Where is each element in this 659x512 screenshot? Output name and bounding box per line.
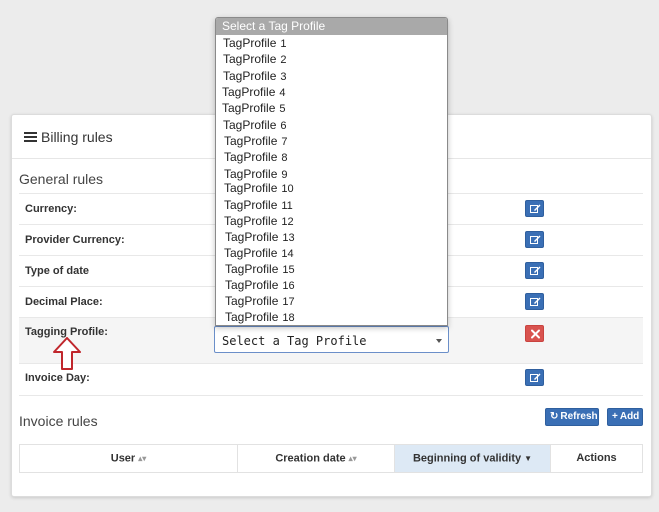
- dropdown-option[interactable]: TagProfile 2: [223, 52, 287, 66]
- rule-row-invoice-day: Invoice Day:: [19, 363, 643, 396]
- edit-icon: [530, 373, 541, 382]
- dropdown-option[interactable]: TagProfile 11: [224, 198, 293, 212]
- rule-label: Provider Currency:: [25, 234, 125, 246]
- dropdown-option[interactable]: TagProfile 1: [223, 36, 287, 50]
- dropdown-option[interactable]: TagProfile 9: [224, 167, 288, 181]
- dropdown-option[interactable]: TagProfile 4: [222, 85, 286, 99]
- sort-both-icon: ▴▾: [348, 454, 357, 463]
- close-icon: [531, 329, 540, 339]
- dropdown-option[interactable]: TagProfile 3: [223, 69, 287, 83]
- edit-provider-currency-button[interactable]: [525, 231, 544, 248]
- tag-profile-select-value: Select a Tag Profile: [222, 334, 367, 348]
- refresh-label: Refresh: [560, 411, 598, 422]
- dropdown-option-placeholder[interactable]: Select a Tag Profile: [216, 18, 447, 35]
- dropdown-option[interactable]: TagProfile 16: [225, 278, 295, 292]
- edit-decimal-place-button[interactable]: [525, 293, 544, 310]
- dropdown-option[interactable]: TagProfile 6: [223, 118, 287, 132]
- edit-invoice-day-button[interactable]: [525, 369, 544, 386]
- invoice-rules-table-header: User ▴▾ Creation date ▴▾ Beginning of vali…: [19, 444, 643, 473]
- rule-label: Type of date: [25, 265, 89, 277]
- general-rules-title: General rules: [19, 171, 104, 187]
- annotation-arrow-up-icon: [53, 337, 81, 370]
- rule-label: Invoice Day:: [25, 372, 90, 384]
- tag-profile-dropdown-list[interactable]: Select a Tag Profile TagProfile 1 TagProf…: [215, 17, 448, 326]
- dropdown-option[interactable]: TagProfile 15: [225, 262, 295, 276]
- dropdown-option[interactable]: TagProfile 18: [225, 310, 295, 324]
- edit-icon: [530, 266, 541, 275]
- delete-tagging-profile-button[interactable]: [525, 325, 544, 342]
- dropdown-option[interactable]: TagProfile 10: [224, 181, 294, 195]
- edit-icon: [530, 235, 541, 244]
- add-label: Add: [619, 411, 640, 422]
- tag-profile-select[interactable]: Select a Tag Profile: [214, 326, 449, 353]
- dropdown-option[interactable]: TagProfile 5: [222, 101, 286, 115]
- dropdown-option[interactable]: TagProfile 13: [225, 230, 295, 244]
- edit-currency-button[interactable]: [525, 200, 544, 217]
- add-button[interactable]: + Add: [607, 408, 643, 426]
- dropdown-option[interactable]: TagProfile 7: [224, 134, 288, 148]
- panel-title: Billing rules: [41, 129, 113, 145]
- column-label: Creation date: [275, 452, 346, 465]
- dropdown-option[interactable]: TagProfile 14: [224, 246, 294, 260]
- rule-label: Decimal Place:: [25, 296, 103, 308]
- rule-label: Currency:: [25, 203, 77, 215]
- plus-icon: +: [612, 411, 618, 422]
- dropdown-option[interactable]: TagProfile 8: [224, 150, 288, 164]
- refresh-icon: ↻: [550, 411, 559, 422]
- column-header-beginning-of-validity[interactable]: Beginning of validity ▼: [395, 445, 551, 472]
- column-header-actions: Actions: [551, 445, 642, 472]
- edit-type-of-date-button[interactable]: [525, 262, 544, 279]
- dropdown-option[interactable]: TagProfile 17: [225, 294, 295, 308]
- refresh-button[interactable]: ↻ Refresh: [545, 408, 599, 426]
- column-label: Actions: [576, 452, 617, 464]
- caret-down-icon: [436, 339, 442, 343]
- column-header-creation-date[interactable]: Creation date ▴▾: [238, 445, 395, 472]
- edit-icon: [530, 297, 541, 306]
- edit-icon: [530, 204, 541, 213]
- invoice-rules-title: Invoice rules: [19, 413, 98, 429]
- column-header-user[interactable]: User ▴▾: [20, 445, 238, 472]
- column-label: Beginning of validity: [412, 452, 522, 465]
- column-label: User: [110, 452, 136, 465]
- sort-desc-icon: ▼: [524, 454, 533, 463]
- dropdown-option[interactable]: TagProfile 12: [224, 214, 294, 228]
- list-icon: [24, 132, 37, 143]
- sort-both-icon: ▴▾: [138, 454, 147, 463]
